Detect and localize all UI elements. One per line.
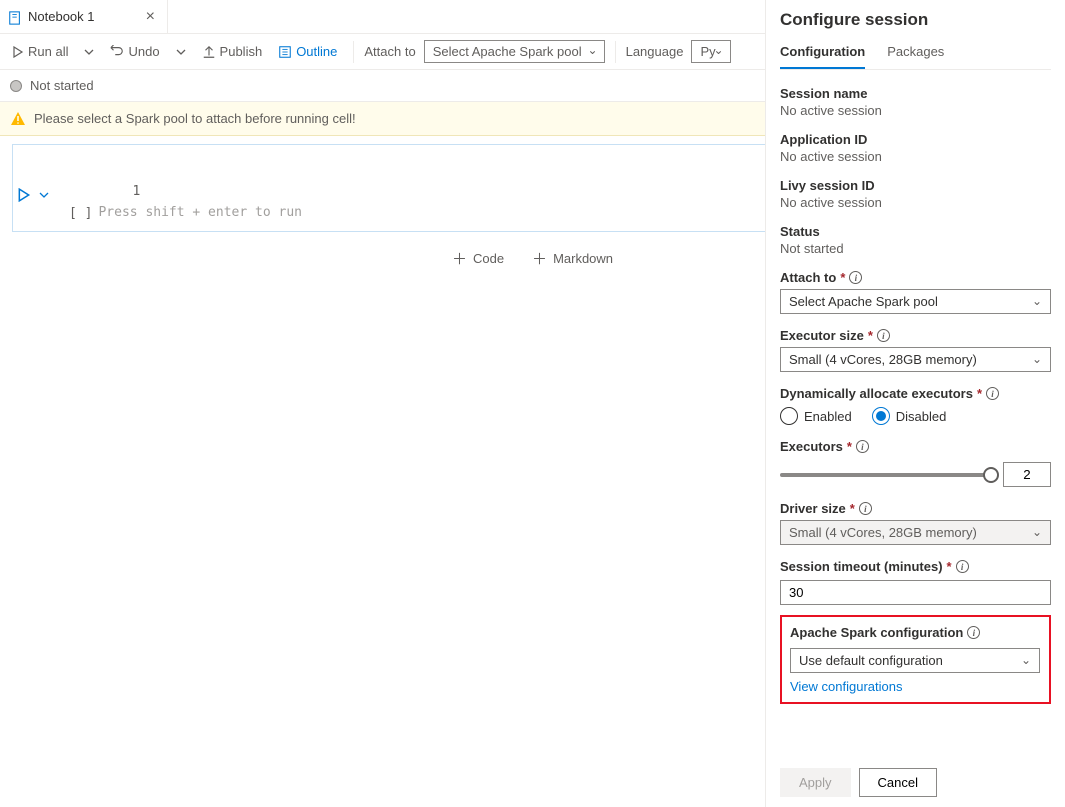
attach-to-field-value: Select Apache Spark pool bbox=[789, 294, 938, 309]
required-indicator: * bbox=[977, 386, 982, 401]
spark-config-value: Use default configuration bbox=[799, 653, 943, 668]
info-icon[interactable]: i bbox=[849, 271, 862, 284]
attach-to-field-label: Attach to bbox=[780, 270, 836, 285]
panel-footer: Apply Cancel bbox=[780, 756, 1051, 797]
undo-button[interactable]: Undo bbox=[104, 40, 165, 63]
info-icon[interactable]: i bbox=[956, 560, 969, 573]
radio-enabled-label: Enabled bbox=[804, 409, 852, 424]
dynamic-alloc-label: Dynamically allocate executors bbox=[780, 386, 973, 401]
line-number: 1 bbox=[102, 184, 160, 199]
play-icon[interactable] bbox=[17, 186, 31, 202]
tab-configuration[interactable]: Configuration bbox=[780, 44, 865, 69]
publish-label: Publish bbox=[220, 44, 263, 59]
add-code-button[interactable]: ＋ Code bbox=[452, 248, 504, 269]
attach-to-select[interactable]: Select Apache Spark pool bbox=[424, 40, 605, 63]
add-markdown-button[interactable]: ＋ Markdown bbox=[532, 248, 613, 269]
notebook-icon bbox=[8, 8, 22, 24]
info-icon[interactable]: i bbox=[877, 329, 890, 342]
required-indicator: * bbox=[847, 439, 852, 454]
status-text: Not started bbox=[30, 78, 94, 93]
required-indicator: * bbox=[947, 559, 952, 574]
run-all-button[interactable]: Run all bbox=[6, 40, 74, 63]
chevron-down-icon[interactable] bbox=[39, 187, 49, 201]
warning-icon bbox=[10, 110, 26, 127]
driver-size-select: Small (4 vCores, 28GB memory) bbox=[780, 520, 1051, 545]
notebook-tab[interactable]: Notebook 1 × bbox=[0, 0, 168, 33]
close-icon[interactable]: × bbox=[146, 8, 155, 26]
add-markdown-label: Markdown bbox=[553, 251, 613, 266]
session-name-value: No active session bbox=[780, 103, 1051, 118]
apply-button: Apply bbox=[780, 768, 851, 797]
application-id-label: Application ID bbox=[780, 132, 1051, 147]
executors-label: Executors bbox=[780, 439, 843, 454]
outline-button[interactable]: Outline bbox=[272, 40, 343, 63]
info-icon[interactable]: i bbox=[967, 626, 980, 639]
livy-id-value: No active session bbox=[780, 195, 1051, 210]
spark-config-select[interactable]: Use default configuration bbox=[790, 648, 1040, 673]
configure-session-panel: Configure session Configuration Packages… bbox=[765, 0, 1065, 807]
info-icon[interactable]: i bbox=[859, 502, 872, 515]
warning-text: Please select a Spark pool to attach bef… bbox=[34, 111, 356, 126]
cancel-button[interactable]: Cancel bbox=[859, 768, 937, 797]
session-status-value: Not started bbox=[780, 241, 1051, 256]
executor-size-select[interactable]: Small (4 vCores, 28GB memory) bbox=[780, 347, 1051, 372]
driver-size-label: Driver size bbox=[780, 501, 846, 516]
toolbar-divider bbox=[353, 41, 354, 63]
publish-button[interactable]: Publish bbox=[196, 40, 269, 63]
slider-thumb[interactable] bbox=[983, 467, 999, 483]
info-icon[interactable]: i bbox=[856, 440, 869, 453]
required-indicator: * bbox=[840, 270, 845, 285]
tab-label: Notebook 1 bbox=[28, 9, 95, 24]
executor-size-value: Small (4 vCores, 28GB memory) bbox=[789, 352, 977, 367]
outline-label: Outline bbox=[296, 44, 337, 59]
execution-count: [ ] bbox=[63, 178, 92, 221]
required-indicator: * bbox=[868, 328, 873, 343]
run-all-dropdown[interactable] bbox=[78, 43, 100, 61]
session-name-label: Session name bbox=[780, 86, 1051, 101]
executor-size-label: Executor size bbox=[780, 328, 864, 343]
plus-icon: ＋ bbox=[452, 248, 467, 269]
attach-to-label: Attach to bbox=[364, 44, 415, 59]
application-id-value: No active session bbox=[780, 149, 1051, 164]
timeout-label: Session timeout (minutes) bbox=[780, 559, 943, 574]
session-status-label: Status bbox=[780, 224, 1051, 239]
radio-disabled[interactable]: Disabled bbox=[872, 407, 947, 425]
info-icon[interactable]: i bbox=[986, 387, 999, 400]
spark-config-highlight: Apache Spark configuration i Use default… bbox=[780, 615, 1051, 704]
executors-slider[interactable] bbox=[780, 473, 991, 477]
language-value: Py bbox=[700, 44, 715, 59]
language-select[interactable]: Py bbox=[691, 40, 730, 63]
livy-id-label: Livy session ID bbox=[780, 178, 1051, 193]
attach-to-value: Select Apache Spark pool bbox=[433, 44, 582, 59]
undo-dropdown[interactable] bbox=[170, 43, 192, 61]
status-dot-icon bbox=[10, 80, 22, 92]
panel-tabs: Configuration Packages bbox=[780, 44, 1051, 70]
tab-packages[interactable]: Packages bbox=[887, 44, 944, 69]
spark-config-label: Apache Spark configuration bbox=[790, 625, 963, 640]
driver-size-value: Small (4 vCores, 28GB memory) bbox=[789, 525, 977, 540]
undo-label: Undo bbox=[128, 44, 159, 59]
panel-title: Configure session bbox=[780, 10, 1051, 30]
run-all-label: Run all bbox=[28, 44, 68, 59]
toolbar-divider-2 bbox=[615, 41, 616, 63]
required-indicator: * bbox=[850, 501, 855, 516]
executors-input[interactable] bbox=[1003, 462, 1051, 487]
timeout-input[interactable] bbox=[780, 580, 1051, 605]
radio-disabled-label: Disabled bbox=[896, 409, 947, 424]
plus-icon: ＋ bbox=[532, 248, 547, 269]
language-label: Language bbox=[626, 44, 684, 59]
add-code-label: Code bbox=[473, 251, 504, 266]
radio-enabled[interactable]: Enabled bbox=[780, 407, 852, 425]
attach-to-field-select[interactable]: Select Apache Spark pool bbox=[780, 289, 1051, 314]
view-configurations-link[interactable]: View configurations bbox=[790, 679, 903, 694]
